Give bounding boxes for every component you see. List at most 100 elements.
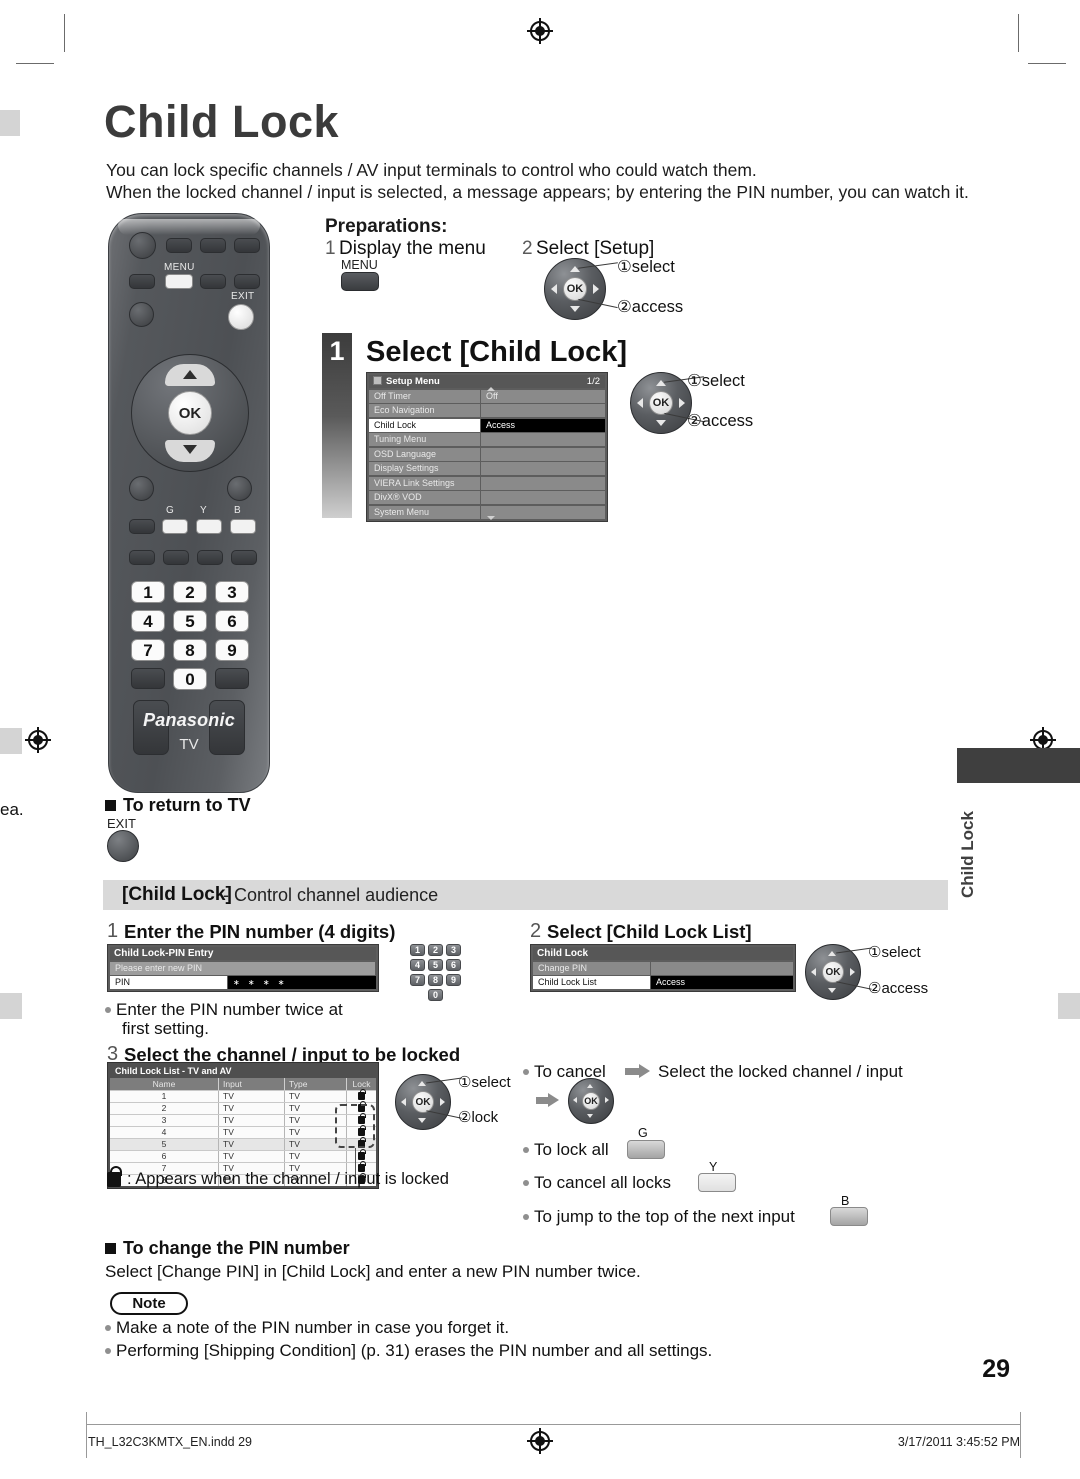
mini-key-3: 3 — [446, 944, 461, 956]
setup-menu-row[interactable]: Off Timer Off — [369, 389, 605, 403]
mini-key-4: 4 — [410, 959, 425, 971]
remote-power-button — [129, 232, 156, 259]
row-label: Tuning Menu — [369, 433, 481, 446]
pad-left-arrow-icon — [573, 1097, 577, 1103]
setup-menu-row[interactable]: VIERA Link Settings — [369, 476, 605, 490]
tip-cancel-pad-arrow-icon — [548, 1093, 559, 1107]
bullet-dot-icon — [105, 1007, 111, 1013]
margin-swatch-mid-left — [0, 728, 22, 754]
pad-diagram-step3: OK — [395, 1074, 451, 1130]
setup-menu-row[interactable]: Tuning Menu — [369, 433, 605, 446]
pad-diagram-cancel: OK — [568, 1078, 614, 1124]
remote-num-2: 2 — [173, 581, 207, 603]
tip-cancel-all: To cancel all locks — [523, 1173, 671, 1193]
footer-filename: TH_L32C3KMTX_EN.indd 29 — [88, 1435, 252, 1449]
footer-rule — [86, 1424, 1021, 1425]
column-header-type: Type — [284, 1078, 346, 1090]
setup-menu-row[interactable]: DivX® VOD — [369, 491, 605, 504]
tip-cancel-all-label: To cancel all locks — [534, 1173, 672, 1192]
setup-menu-row-selected[interactable]: Child Lock Access — [369, 418, 605, 432]
registration-mark-left — [25, 727, 51, 753]
margin-swatch-low-left — [0, 993, 22, 1019]
table-row[interactable]: 1 TV TV — [110, 1089, 376, 1102]
remote-lastrow-key-left — [131, 668, 165, 689]
row-value — [481, 404, 605, 417]
pad-caption-access: ②access — [617, 298, 684, 316]
row-label: Child Lock — [369, 418, 481, 432]
tip-yellow-key-label: Y — [709, 1160, 718, 1174]
remote-menu-button — [165, 274, 193, 289]
remote-brand-sub: TV — [179, 736, 199, 753]
remote-yellow-key — [196, 519, 222, 534]
remote-lastrow-key-right — [215, 668, 249, 689]
child-lock-row-list[interactable]: Child Lock List Access — [533, 976, 793, 989]
child-lock-row-change-pin[interactable]: Change PIN — [533, 961, 793, 975]
step1-title: Select [Child Lock] — [366, 336, 628, 368]
pin-entry-subtitle: Please enter new PIN — [110, 961, 376, 975]
pad-diagram-step2: OK — [805, 944, 861, 1000]
remote-dpad-down-icon — [183, 445, 197, 454]
list-step-number: 2 — [530, 920, 542, 942]
tip-blue-key-label: B — [841, 1194, 850, 1208]
tip-green-key-label: G — [638, 1126, 648, 1140]
bullet-dot-icon — [105, 1325, 111, 1331]
column-header-input: Input — [218, 1078, 284, 1090]
remote-num-0: 0 — [173, 668, 207, 690]
setup-menu-row[interactable]: Display Settings — [369, 462, 605, 475]
remote-top-key-3 — [234, 238, 260, 253]
step1-number: 1 — [329, 336, 345, 366]
setup-menu-row[interactable]: OSD Language — [369, 447, 605, 461]
row-value — [481, 433, 605, 446]
mini-key-5: 5 — [428, 959, 443, 971]
tip-cancel-arrow-stem — [625, 1068, 639, 1075]
crop-mark-top-right-horizontal — [1028, 63, 1066, 64]
remote-num-6: 6 — [215, 610, 249, 632]
cell-name: 1 — [161, 1091, 167, 1101]
square-bullet-icon — [105, 1243, 116, 1254]
bullet-dot-icon — [523, 1214, 529, 1220]
remote-num-8: 8 — [173, 639, 207, 661]
remote-blue-key — [230, 519, 256, 534]
intro-line-1: You can lock specific channels / AV inpu… — [106, 160, 757, 180]
pad-caption-step3-lock: ②lock — [458, 1109, 499, 1126]
margin-swatch-right — [1058, 993, 1080, 1019]
pad-down-arrow-icon — [570, 306, 580, 312]
row-value — [481, 505, 605, 519]
change-pin-heading: To change the PIN number — [105, 1238, 350, 1259]
remote-num-1: 1 — [131, 581, 165, 603]
pad-diagram-step1: OK — [630, 372, 692, 434]
registration-mark-top — [527, 18, 553, 44]
remote-row2-key-3 — [200, 274, 226, 289]
change-pin-body: Select [Change PIN] in [Child Lock] and … — [105, 1262, 641, 1281]
intro-line-2: When the locked channel / input is selec… — [106, 182, 969, 202]
mini-key-6: 6 — [446, 959, 461, 971]
cell-input: TV — [218, 1139, 284, 1150]
column-header-name: Name — [152, 1079, 176, 1089]
setup-menu-page-indicator: 1/2 — [586, 376, 600, 387]
crop-mark-top-right-vertical — [1018, 14, 1019, 52]
pad-caption-step1-access: ②access — [687, 412, 754, 430]
tip-cancel-arrow-icon — [639, 1064, 650, 1078]
remote-exit-button — [228, 304, 254, 330]
table-row[interactable]: 6 TV TV — [110, 1149, 376, 1162]
table-selection-highlight — [335, 1104, 375, 1148]
prep-menu-key-button — [341, 272, 379, 291]
pin-entry-field-row[interactable]: PIN ∗ ∗ ∗ ∗ — [110, 976, 376, 989]
row-label: Eco Navigation — [369, 404, 481, 417]
crop-mark-top-left-horizontal — [16, 63, 54, 64]
setup-menu-scroll-up-caret — [487, 387, 495, 391]
pin-entry-subtitle-row: Please enter new PIN — [110, 961, 376, 975]
cell-name: 5 — [161, 1139, 167, 1149]
remote-ok-button: OK — [168, 391, 212, 435]
remote-row6-key-1 — [129, 550, 155, 565]
pad-diagram-preparations: OK — [544, 258, 606, 320]
setup-menu-row[interactable]: Eco Navigation — [369, 404, 605, 417]
pin-entry-title: Child Lock-PIN Entry — [110, 947, 376, 960]
cell-input: TV — [218, 1103, 284, 1114]
note-label: Note — [132, 1295, 166, 1312]
cell-name: 6 — [161, 1151, 167, 1161]
remote-dpad-up-icon — [183, 370, 197, 379]
cell-type: TV — [284, 1151, 346, 1162]
prep-menu-key-label: MENU — [341, 258, 378, 272]
footer-rule-left — [86, 1412, 87, 1458]
